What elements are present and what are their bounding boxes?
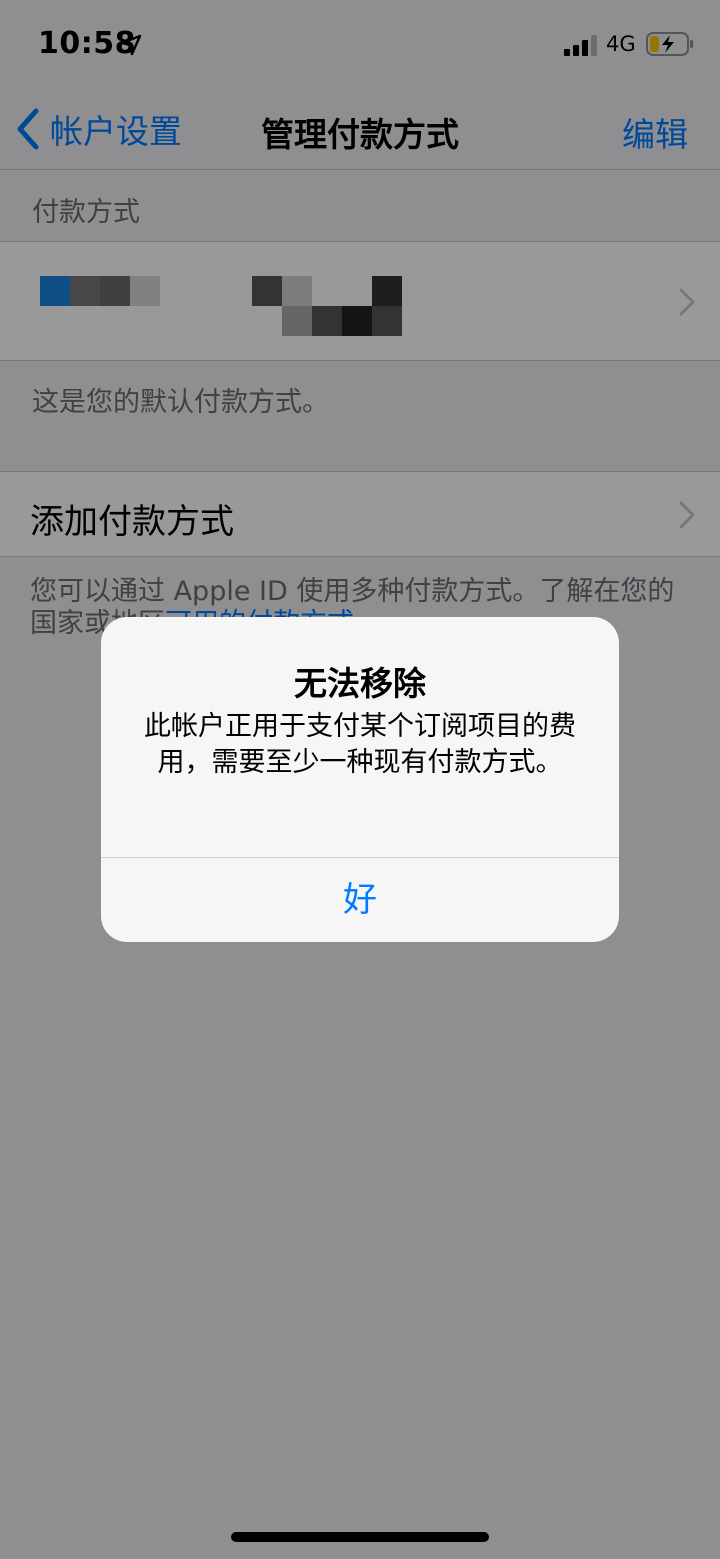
ok-button[interactable]: 好 — [101, 858, 619, 942]
home-indicator[interactable] — [231, 1532, 489, 1542]
alert-dialog: 无法移除 此帐户正用于支付某个订阅项目的费用，需要至少一种现有付款方式。 好 — [101, 617, 619, 942]
alert-message: 此帐户正用于支付某个订阅项目的费用，需要至少一种现有付款方式。 — [144, 711, 576, 778]
alert-title: 无法移除 — [294, 664, 426, 703]
